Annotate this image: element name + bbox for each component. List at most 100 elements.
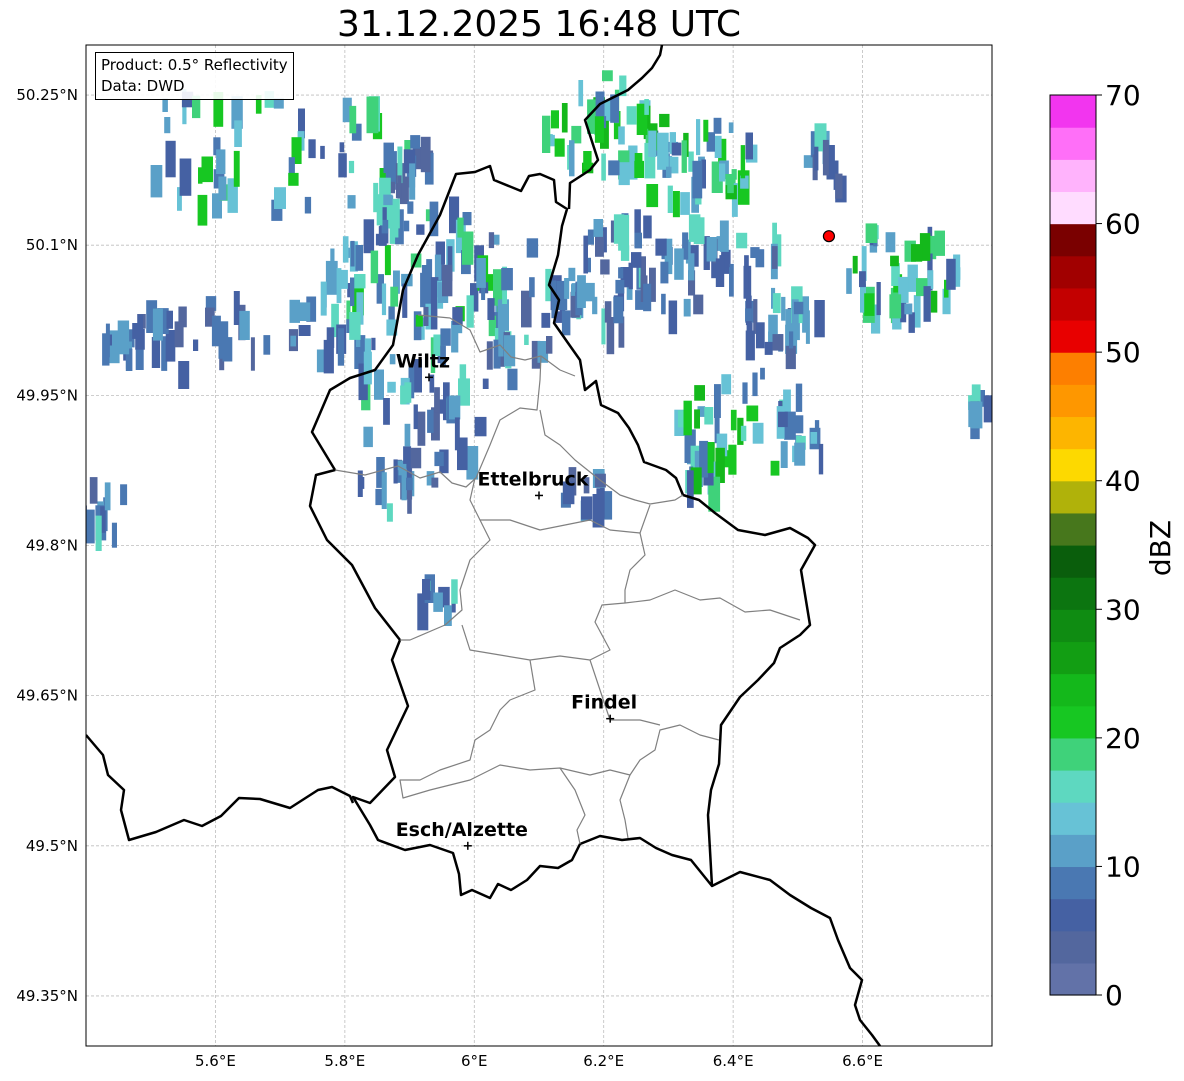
city-label: Esch/Alzette (396, 819, 528, 841)
radar-echo-cell (233, 150, 240, 187)
lon-tick-label: 6°E (461, 1052, 488, 1070)
radar-echo-cell (370, 250, 379, 284)
colorbar-segment (1050, 127, 1096, 160)
radar-echo-cell (772, 334, 784, 351)
colorbar-segment (1050, 287, 1096, 321)
radar-echo-cell (550, 110, 559, 129)
colorbar-segment (1050, 930, 1096, 964)
radar-echo-cell (667, 185, 673, 213)
colorbar-segment (1050, 577, 1096, 610)
radar-echo-cell (643, 283, 652, 312)
colorbar-tick-label: 50 (1105, 336, 1141, 369)
radar-echo-cell (983, 395, 992, 423)
radar-echo-cell (694, 409, 700, 429)
lon-tick-label: 5.6°E (195, 1052, 236, 1070)
colorbar-segment (1050, 962, 1096, 996)
radar-echo-cell (680, 192, 690, 215)
radar-echo-cell (326, 327, 335, 348)
radar-echo-cell (592, 296, 598, 315)
radar-echo-cell (908, 312, 915, 333)
radar-echo-cell (347, 195, 356, 209)
radar-echo-cell (846, 268, 852, 294)
radar-echo-cell (890, 255, 899, 267)
radar-echo-cell (674, 248, 684, 280)
radar-echo-cell (376, 194, 383, 226)
radar-echo-cell (120, 484, 128, 506)
colorbar-segment (1050, 416, 1096, 450)
radar-echo-cell (350, 240, 355, 267)
radar-echo-cell (383, 142, 394, 173)
radar-echo-cell (501, 268, 513, 291)
radar-echo-cell (721, 374, 732, 395)
radar-echo-cell (405, 477, 413, 491)
radar-echo-cell (389, 354, 396, 365)
radar-echo-cell (852, 255, 858, 274)
radar-echo-cell (742, 382, 748, 404)
radar-echo-cell (288, 172, 299, 186)
radar-echo-cell (434, 387, 440, 413)
radar-echo-cell (162, 98, 168, 112)
radar-echo-cell (594, 116, 604, 143)
radar-echo-cell (822, 139, 829, 176)
radar-echo-cell (111, 522, 117, 548)
radar-echo-cell (434, 451, 444, 467)
radar-echo-cell (564, 278, 570, 299)
radar-echo-cell (693, 217, 705, 245)
radar-echo-cell (339, 142, 345, 153)
radar-echo-cell (583, 151, 592, 169)
radar-echo-cell (390, 286, 399, 307)
radar-echo-cell (603, 491, 613, 520)
radar-echo-cell (728, 122, 734, 133)
radar-echo-cell (336, 268, 342, 304)
radar-echo-cell (577, 275, 586, 308)
radar-echo-cell (587, 229, 594, 245)
radar-echo-cell (383, 194, 393, 206)
radar-echo-cell (618, 267, 624, 279)
radar-echo-cell (95, 515, 102, 551)
lat-tick-label: 49.5°N (26, 837, 78, 855)
lon-tick-label: 6.6°E (842, 1052, 883, 1070)
radar-echo-cell (643, 215, 652, 239)
radar-echo-cell (420, 136, 431, 173)
radar-echo-cell (298, 325, 311, 336)
radar-echo-cell (795, 383, 803, 412)
radar-echo-cell (462, 212, 472, 226)
radar-echo-cell (746, 322, 753, 360)
radar-echo-cell (554, 138, 565, 157)
radar-echo-cell (687, 470, 694, 508)
radar-echo-cell (655, 238, 667, 256)
radar-echo-cell (771, 246, 778, 269)
radar-echo-cell (233, 291, 240, 325)
radar-echo-cell (427, 409, 434, 433)
radar-echo-cell (466, 446, 479, 480)
radar-echo-cell (911, 244, 923, 262)
radar-echo-cell (117, 320, 130, 355)
radar-echo-cell (364, 338, 371, 353)
radar-echo-cell (608, 160, 620, 176)
radar-echo-cell (274, 187, 286, 209)
radar-echo-cell (417, 411, 426, 446)
radar-echo-cell (474, 416, 487, 437)
radar-echo-cell (433, 592, 443, 612)
radar-echo-cell (387, 381, 396, 393)
radar-echo-cell (371, 337, 376, 351)
radar-echo-cell (165, 330, 176, 362)
colorbar-segment (1050, 448, 1096, 482)
colorbar-tick-label: 40 (1105, 465, 1141, 498)
radar-echo-cell (349, 312, 361, 340)
radar-echo-cell (661, 293, 666, 315)
lon-tick-label: 6.2°E (583, 1052, 624, 1070)
radar-echo-cell (239, 310, 250, 340)
radar-echo-cell (487, 298, 495, 320)
radar-echo-cell (488, 232, 495, 249)
radar-echo-cell (666, 166, 672, 178)
radar-echo-cell (752, 422, 764, 444)
radar-echo-cell (381, 283, 387, 316)
radar-echo-cell (102, 333, 110, 366)
radar-echo-cell (671, 142, 682, 156)
colorbar-segment (1050, 512, 1096, 546)
city-marker: Esch/Alzette (396, 819, 528, 850)
product-info-box: Product: 0.5° Reflectivity Data: DWD (95, 52, 294, 100)
radar-echo-cell (646, 184, 659, 208)
radar-echo-cell (86, 509, 95, 544)
